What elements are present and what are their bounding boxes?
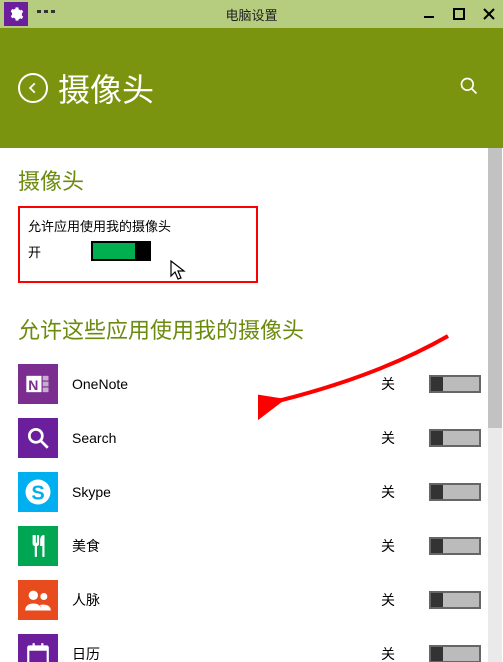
people-icon: [18, 580, 58, 620]
content-area: 摄像头 允许应用使用我的摄像头 开 允许这些应用使用我的摄像头 NOneNote…: [0, 148, 503, 662]
app-row: 日历关: [18, 627, 485, 662]
window-menu-icon[interactable]: [32, 3, 60, 25]
app-name-label: Skype: [72, 484, 367, 500]
app-name-label: 人脉: [72, 590, 367, 610]
minimize-button[interactable]: [421, 6, 437, 22]
app-state-label: 关: [381, 536, 395, 556]
calendar-icon: [18, 634, 58, 662]
titlebar: 电脑设置: [0, 0, 503, 28]
page-title: 摄像头: [58, 65, 154, 111]
app-toggle[interactable]: [429, 591, 481, 609]
app-row: 美食关: [18, 519, 485, 573]
svg-text:N: N: [28, 377, 38, 393]
settings-gear-icon: [4, 2, 28, 26]
onenote-icon: N: [18, 364, 58, 404]
page-header: 摄像头: [0, 28, 503, 148]
section-title-camera: 摄像头: [18, 164, 485, 196]
app-toggle[interactable]: [429, 483, 481, 501]
toggle-state-label: 开: [28, 242, 41, 261]
search-icon: [18, 418, 58, 458]
app-row: 人脉关: [18, 573, 485, 627]
back-button[interactable]: [18, 73, 48, 103]
app-state-label: 关: [381, 590, 395, 610]
app-toggle[interactable]: [429, 537, 481, 555]
app-toggle[interactable]: [429, 645, 481, 662]
app-row: S Skype 关: [18, 465, 485, 519]
app-state-label: 关: [381, 644, 395, 662]
skype-icon: S: [18, 472, 58, 512]
app-name-label: 日历: [72, 644, 367, 662]
close-button[interactable]: [481, 6, 497, 22]
annotation-arrow: [258, 326, 458, 436]
app-state-label: 关: [381, 482, 395, 502]
app-name-label: 美食: [72, 536, 367, 556]
camera-master-toggle[interactable]: [91, 241, 151, 261]
cursor-icon: [170, 260, 188, 282]
maximize-button[interactable]: [451, 6, 467, 22]
svg-text:S: S: [31, 483, 44, 505]
permit-label: 允许应用使用我的摄像头: [28, 216, 246, 235]
window-controls: [421, 6, 497, 22]
food-icon: [18, 526, 58, 566]
annotation-highlight-box: 允许应用使用我的摄像头 开: [18, 206, 258, 283]
search-icon[interactable]: [459, 76, 479, 101]
window-title: 电脑设置: [225, 5, 277, 24]
